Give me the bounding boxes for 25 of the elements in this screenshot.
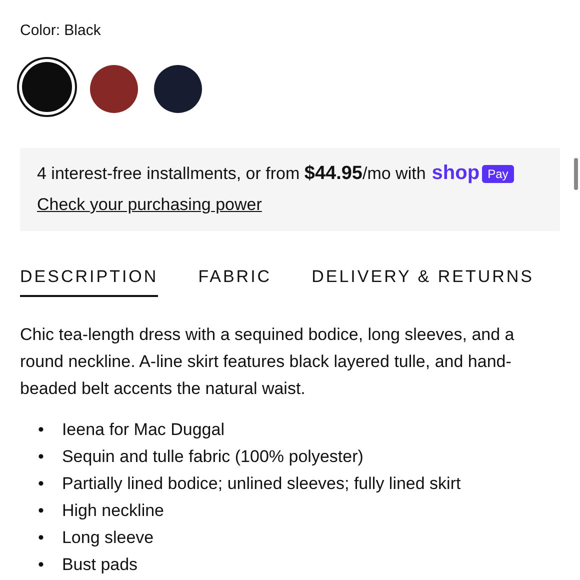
feature-item: Sequin and tulle fabric (100% polyester) (62, 446, 364, 466)
scrollbar (574, 158, 578, 190)
feature-item: Long sleeve (62, 528, 154, 548)
bullet-mark: • (38, 500, 44, 520)
bullet-mark: • (38, 474, 44, 494)
bullet-mark: • (38, 528, 44, 548)
description-text: Chic tea-length dress with a sequined bodice, long sleeves, and a round neckline. A-line skirt features black layered tulle, and hand-beaded belt accents the natural waist. (20, 324, 516, 400)
tab[interactable]: DELIVERY & RETURNS (312, 267, 534, 297)
bullet-mark: • (38, 554, 44, 574)
bullet-mark: • (38, 446, 44, 466)
installments-text: 4 interest-free installments, or from $44.95/mo with (37, 162, 426, 184)
bullet-mark: • (38, 420, 44, 440)
color-label: Color: Black (20, 22, 101, 39)
shop-logo: shop (432, 162, 480, 185)
feature-item: High neckline (62, 500, 164, 520)
feature-item: Partially lined bodice; unlined sleeves; fully lined skirt (62, 474, 461, 494)
tab[interactable]: FABRIC (198, 267, 272, 297)
color-swatch[interactable] (90, 65, 138, 113)
color-swatch[interactable] (154, 65, 202, 113)
tab[interactable]: DESCRIPTION (20, 267, 158, 297)
color-swatch[interactable] (22, 62, 72, 112)
feature-item: Bust pads (62, 554, 138, 574)
pay-badge: Pay (482, 164, 514, 182)
feature-item: Ieena for Mac Duggal (62, 420, 224, 440)
purchasing-power-link[interactable]: Check your purchasing power (37, 195, 262, 215)
